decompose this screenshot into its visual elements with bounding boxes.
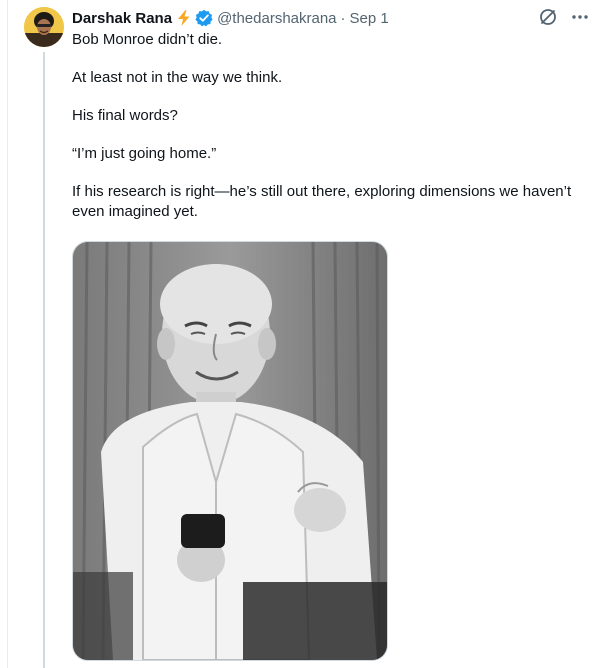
lightning-bolt-icon [176, 9, 192, 27]
tweet-line: “I’m just going home.” [72, 145, 217, 162]
avatar[interactable] [24, 7, 64, 47]
grok-icon[interactable] [538, 7, 558, 27]
tweet-line: At least not in the way we think. [72, 69, 283, 86]
tweet-line: Bob Monroe didn’t die. [72, 31, 223, 48]
tweet-actions [538, 7, 590, 27]
thread-line [43, 52, 45, 668]
tweet-line: His final words? [72, 107, 178, 124]
tweet-line: If his research is right—he’s still out … [72, 183, 572, 220]
tweet-text: Bob Monroe didn’t die. At least not in t… [72, 30, 592, 240]
tweet-header: Darshak Rana @thedarshakrana · Sep 1 [72, 8, 389, 28]
avatar-image [24, 7, 64, 47]
separator-dot: · [340, 9, 346, 27]
author-name[interactable]: Darshak Rana [72, 10, 172, 27]
verified-badge-icon[interactable] [195, 9, 213, 27]
tweet: Darshak Rana @thedarshakrana · Sep 1 Bob… [0, 0, 602, 668]
photo-image [73, 242, 387, 660]
more-icon[interactable] [570, 7, 590, 27]
timeline-border [7, 0, 8, 668]
tweet-date[interactable]: Sep 1 [350, 10, 389, 27]
tweet-photo[interactable] [72, 241, 388, 661]
author-handle[interactable]: @thedarshakrana [217, 10, 336, 27]
